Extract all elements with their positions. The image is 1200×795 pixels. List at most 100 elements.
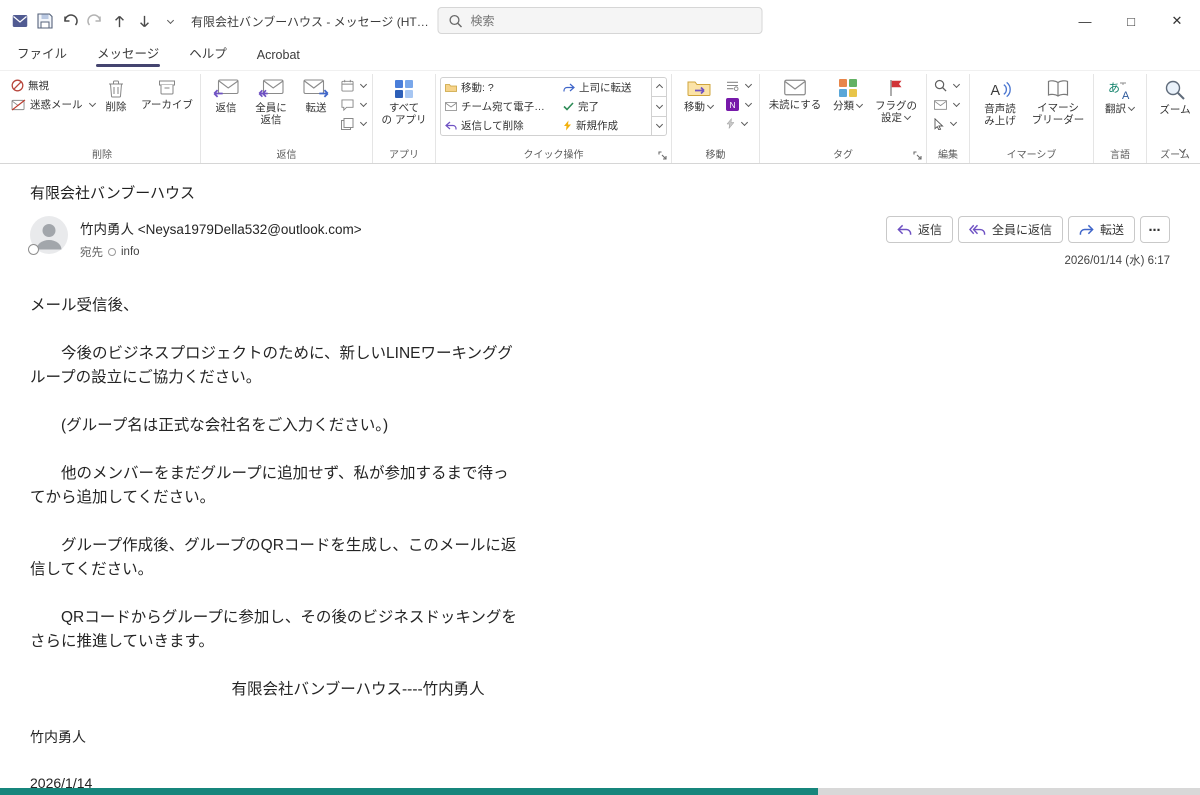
more-actions-button[interactable]: ⋯ [1140,216,1170,243]
follow-up-flag-button[interactable]: フラグの 設定 [870,76,922,128]
scroll-down-button[interactable] [652,96,666,115]
quick-step-forward-to-manager[interactable]: 上司に転送 [559,78,651,97]
reply-header-button[interactable]: 返信 [886,216,953,243]
sender-name-email[interactable]: 竹内勇人 <Neysa1979Della532@outlook.com> [80,218,362,238]
to-label: 宛先 [80,244,103,260]
tags-dialog-launcher[interactable] [912,150,923,161]
search-input[interactable] [471,14,752,28]
onenote-button[interactable]: N [723,95,755,114]
dropdown-chevron-icon [360,119,367,126]
sender-avatar[interactable] [30,216,68,254]
message-header: 竹内勇人 <Neysa1979Della532@outlook.com> 宛先 … [30,216,1170,268]
body-paragraph: 今後のビジネスプロジェクトのために、新しいLINEワーキンググ ループの設立にご… [30,342,1170,390]
group-label-immersive: イマーシブ [970,146,1093,161]
tab-file[interactable]: ファイル [16,39,68,70]
tab-acrobat[interactable]: Acrobat [256,44,301,70]
scroll-up-button[interactable] [652,78,666,96]
tab-help[interactable]: ヘルプ [188,39,228,70]
chevron-down-icon [655,102,662,109]
all-apps-button[interactable]: すべて の アプリ [377,76,431,130]
forward-header-button[interactable]: 転送 [1068,216,1135,243]
customize-qat-chevron-icon[interactable] [158,8,181,34]
group-label-apps: アプリ [373,146,435,161]
quick-step-move-to[interactable]: 移動: ? [441,78,559,97]
quick-step-team-email[interactable]: チーム宛て電子メール [441,97,559,116]
ribbon-group-tags: 未読にする 分類 フラグの 設定 タグ [759,74,926,163]
forward-icon [1079,224,1094,236]
dropdown-chevron-icon [741,119,748,126]
titlebar: 有限会社バンブーハウス - メッセージ (HTML 形式) — □ ✕ [0,0,1200,42]
im-reply-button[interactable] [338,95,368,114]
translate-button[interactable]: あA 翻訳 [1098,76,1142,118]
immersive-reader-button[interactable]: イマーシ ブリーダー [1027,76,1089,130]
dropdown-chevron-icon [1128,104,1135,111]
message-body: メール受信後、 今後のビジネスプロジェクトのために、新しいLINEワーキンググ … [30,294,1170,794]
body-paragraph: グループ作成後、グループのQRコードを生成し、このメールに返 信してください。 [30,534,1170,582]
calendar-icon [341,79,354,92]
quick-step-done[interactable]: 完了 [559,97,651,116]
zoom-magnifier-icon [1164,79,1186,101]
reply-icon [897,224,912,236]
window-title: 有限会社バンブーハウス - メッセージ (HTML 形式) [191,13,431,30]
ribbon-tabs: ファイル メッセージ ヘルプ Acrobat [0,42,1200,70]
more-respond-actions-button[interactable] [338,114,368,133]
previous-item-icon[interactable] [108,8,131,34]
categorize-icon [839,79,857,97]
message-date: 2026/01/14 (水) 6:17 [886,252,1170,268]
reply-all-header-button[interactable]: 全員に返信 [958,216,1063,243]
ribbon-group-editing: 編集 [926,74,969,163]
junk-button[interactable]: 迷惑メール [8,95,94,114]
body-paragraph: 有限会社バンブーハウス----竹内勇人 [30,678,1170,702]
quick-steps-dialog-launcher[interactable] [657,150,668,161]
quick-step-create-new[interactable]: 新規作成 [559,116,651,135]
undo-icon[interactable] [58,8,81,34]
maximize-button[interactable]: □ [1108,0,1154,42]
redo-icon[interactable] [83,8,106,34]
dropdown-chevron-icon [950,119,957,126]
ignore-button[interactable]: 無視 [8,76,94,95]
dropdown-chevron-icon [360,81,367,88]
forward-button[interactable]: 転送 [295,76,337,117]
ribbon-group-language: あA 翻訳 言語 [1093,74,1146,163]
reply-button[interactable]: 返信 [205,76,247,117]
archive-button[interactable]: アーカイブ [138,76,196,114]
meeting-button[interactable] [338,76,368,95]
related-button[interactable] [931,95,965,114]
close-button[interactable]: ✕ [1154,0,1200,42]
minimize-button[interactable]: — [1062,0,1108,42]
gallery-more-icon [655,121,662,128]
dropdown-chevron-icon [360,100,367,107]
junk-mail-icon [11,99,26,111]
dropdown-chevron-icon [745,100,752,107]
envelope-icon [445,102,457,111]
reply-all-button[interactable]: 全員に 返信 [248,76,294,130]
quick-steps-gallery: 移動: ? 上司に転送 チーム宛て電子メール [441,78,651,135]
select-button[interactable] [931,114,965,133]
actions-button[interactable] [723,114,755,133]
lightning-icon [563,120,572,131]
find-button[interactable] [931,76,965,95]
categorize-button[interactable]: 分類 [827,76,869,115]
tab-message[interactable]: メッセージ [96,39,160,70]
group-label-editing: 編集 [927,146,969,161]
read-aloud-button[interactable]: A 音声読 み上げ [974,76,1026,131]
to-recipient[interactable]: info [121,246,140,258]
next-item-icon[interactable] [133,8,156,34]
svg-text:A: A [990,83,1000,99]
collapse-ribbon-button[interactable] [1173,141,1191,157]
delete-button[interactable]: 削除 [95,76,137,116]
rules-button[interactable] [723,76,755,95]
presence-badge-icon [28,244,39,255]
group-label-quick-steps: クイック操作 [436,146,671,161]
dropdown-chevron-icon [953,100,960,107]
search-box[interactable] [438,7,763,34]
move-button[interactable]: 移動 [676,76,722,116]
read-aloud-icon: A [988,79,1012,100]
quick-step-reply-delete[interactable]: 返信して削除 [441,116,559,135]
forward-icon [303,79,329,99]
mark-unread-button[interactable]: 未読にする [764,76,826,114]
zoom-button[interactable]: ズーム [1151,76,1199,119]
bottom-scrollbar-thumb[interactable] [0,788,818,795]
save-icon[interactable] [33,8,56,34]
gallery-more-button[interactable] [652,116,666,135]
